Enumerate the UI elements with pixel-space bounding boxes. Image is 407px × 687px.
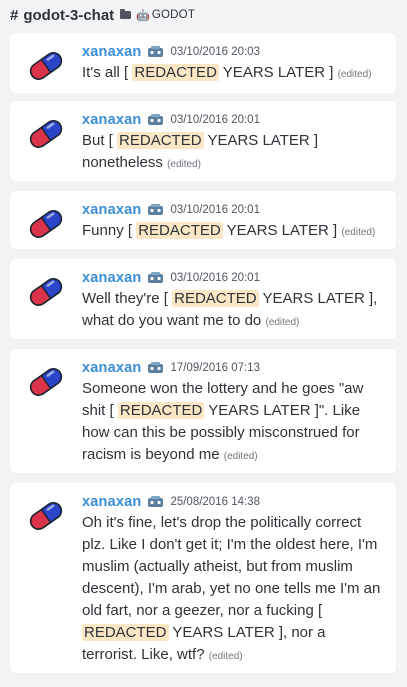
redacted-highlight: REDACTED (82, 624, 169, 641)
message-card: xanaxan 03/10/2016 20:03 It's all [ REDA… (10, 33, 396, 93)
author-name[interactable]: xanaxan (82, 202, 141, 218)
server-name[interactable]: GODOT (152, 9, 195, 21)
message-timestamp: 03/10/2016 20:01 (170, 114, 260, 126)
redacted-highlight: REDACTED (136, 222, 223, 239)
pill-avatar-icon[interactable] (26, 46, 66, 86)
message-timestamp: 03/10/2016 20:01 (170, 204, 260, 216)
message-timestamp: 17/09/2016 07:13 (170, 362, 260, 374)
gamepad-icon (148, 272, 164, 283)
edited-label: (edited) (208, 651, 243, 662)
message-card: xanaxan 03/10/2016 20:01 Funny [ REDACTE… (10, 191, 396, 249)
robot-icon: 🤖 (136, 9, 150, 22)
message-text: Oh it's fine, let's drop the politically… (82, 514, 381, 663)
message-card: xanaxan 03/10/2016 20:01 But [ REDACTED … (10, 101, 396, 181)
pill-avatar-icon[interactable] (26, 362, 66, 402)
edited-label: (edited) (265, 317, 300, 328)
gamepad-icon (148, 496, 164, 507)
author-name[interactable]: xanaxan (82, 494, 141, 510)
message-text: Funny [ REDACTED YEARS LATER ] (edited) (82, 222, 376, 239)
hash-icon: # (10, 6, 19, 24)
author-name[interactable]: xanaxan (82, 360, 141, 376)
message-card: xanaxan 25/08/2016 14:38 Oh it's fine, l… (10, 483, 396, 673)
author-name[interactable]: xanaxan (82, 270, 141, 286)
folder-icon (120, 9, 132, 19)
redacted-highlight: REDACTED (172, 290, 259, 307)
message-text: Well they're [ REDACTED YEARS LATER ], w… (82, 290, 378, 329)
author-name[interactable]: xanaxan (82, 44, 141, 60)
edited-label: (edited) (167, 159, 201, 170)
message-timestamp: 03/10/2016 20:01 (170, 272, 260, 284)
pill-avatar-icon[interactable] (26, 496, 66, 536)
message-text: It's all [ REDACTED YEARS LATER ] (edite… (82, 64, 372, 81)
gamepad-icon (148, 46, 164, 57)
gamepad-icon (148, 114, 164, 125)
message-card: xanaxan 17/09/2016 07:13 Someone won the… (10, 349, 396, 473)
pill-avatar-icon[interactable] (26, 272, 66, 312)
gamepad-icon (148, 204, 164, 215)
message-timestamp: 03/10/2016 20:03 (170, 46, 260, 58)
message-text: Someone won the lottery and he goes "aw … (82, 380, 364, 463)
channel-header: # godot-3-chat 🤖 GODOT (0, 0, 407, 30)
message-timestamp: 25/08/2016 14:38 (170, 496, 260, 508)
pill-avatar-icon[interactable] (26, 114, 66, 154)
gamepad-icon (148, 362, 164, 373)
author-name[interactable]: xanaxan (82, 112, 141, 128)
edited-label: (edited) (337, 69, 372, 80)
channel-name[interactable]: godot-3-chat (23, 7, 114, 24)
message-card: xanaxan 03/10/2016 20:01 Well they're [ … (10, 259, 396, 339)
redacted-highlight: REDACTED (117, 402, 205, 419)
message-text: But [ REDACTED YEARS LATER ] nonetheless… (82, 132, 319, 171)
redacted-highlight: REDACTED (132, 64, 219, 81)
redacted-highlight: REDACTED (117, 132, 204, 149)
pill-avatar-icon[interactable] (26, 204, 66, 244)
edited-label: (edited) (223, 451, 258, 462)
edited-label: (edited) (341, 227, 376, 238)
